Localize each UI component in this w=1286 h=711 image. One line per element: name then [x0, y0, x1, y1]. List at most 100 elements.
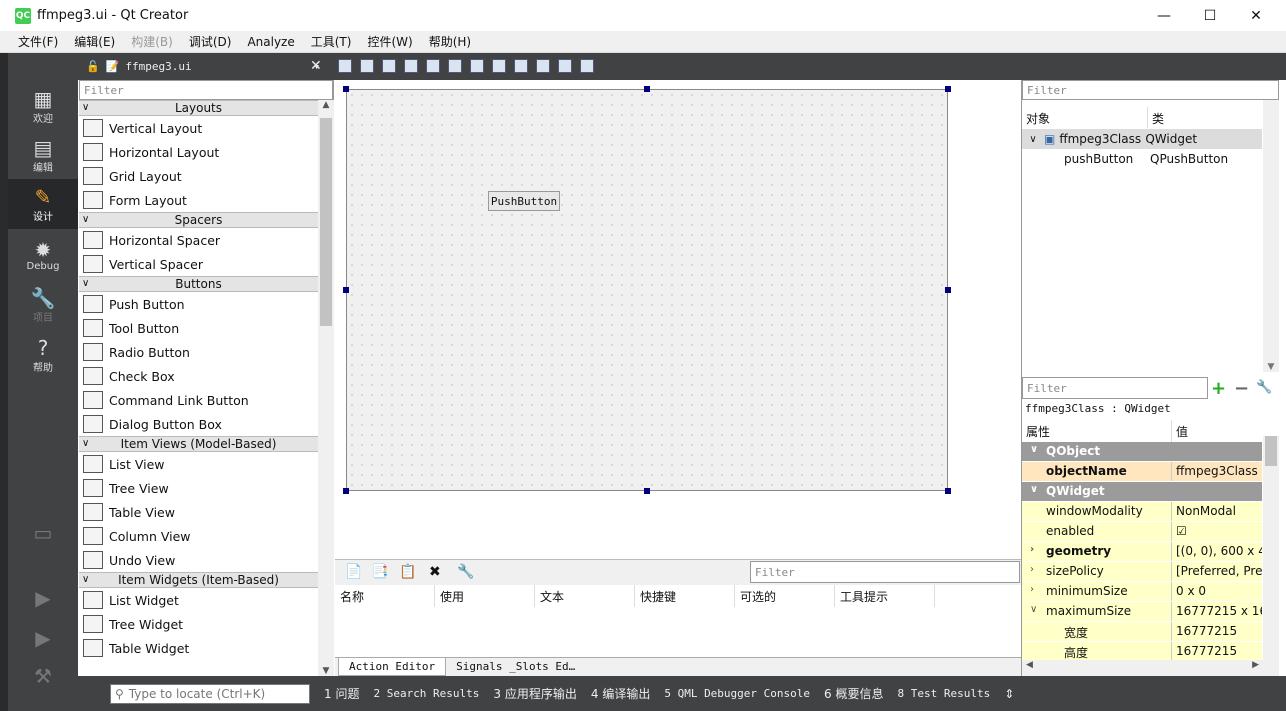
column-header[interactable]: 文本 — [535, 585, 635, 607]
menu-file[interactable]: 文件(F) — [10, 33, 66, 50]
chevron-right-icon[interactable]: › — [1030, 584, 1034, 595]
widget-item[interactable]: Horizontal Spacer — [79, 228, 318, 252]
break-layout-icon[interactable] — [558, 59, 572, 73]
layout-horizontal-icon[interactable] — [426, 59, 440, 73]
widget-category[interactable]: ∨ Layouts — [79, 100, 318, 116]
layout-grid-icon[interactable] — [536, 59, 550, 73]
layout-form-icon[interactable] — [514, 59, 528, 73]
widget-item[interactable]: Form Layout — [79, 188, 318, 212]
property-value[interactable]: [Preferred, Pre... — [1172, 562, 1262, 581]
resize-handle[interactable] — [343, 488, 349, 494]
close-button[interactable]: ✕ — [1233, 0, 1279, 31]
property-row[interactable]: windowModality NonModal — [1022, 502, 1262, 522]
enabled-checkbox[interactable]: ☑ — [1172, 522, 1262, 541]
scroll-up-icon[interactable]: ▲ — [318, 100, 334, 110]
column-header[interactable]: 工具提示 — [835, 585, 935, 607]
property-row[interactable]: 宽度 16777215 — [1022, 622, 1262, 642]
widget-category[interactable]: ∨ Item Widgets (Item-Based) — [79, 572, 318, 588]
mode-welcome[interactable]: ▦ 欢迎 — [8, 81, 78, 131]
maximize-button[interactable]: ☐ — [1187, 0, 1233, 31]
property-row[interactable]: › sizePolicy [Preferred, Pre... — [1022, 562, 1262, 582]
column-header[interactable]: 可选的 — [735, 585, 835, 607]
widget-item[interactable]: Command Link Button — [79, 388, 318, 412]
edit-widgets-icon[interactable] — [338, 59, 352, 73]
column-header[interactable]: 名称 — [335, 585, 435, 607]
property-row[interactable]: 高度 16777215 — [1022, 642, 1262, 662]
build-button[interactable]: ⚒ — [8, 651, 78, 701]
form-window[interactable] — [346, 89, 948, 491]
chevron-right-icon[interactable]: › — [1030, 544, 1034, 555]
property-row[interactable]: ∨ maximumSize 16777215 x 16... — [1022, 602, 1262, 622]
widget-item[interactable]: Tree View — [79, 476, 318, 500]
resize-handle[interactable] — [945, 86, 951, 92]
chevron-right-icon[interactable]: › — [1030, 564, 1034, 575]
target-selector[interactable]: ▭ — [8, 508, 78, 558]
property-row[interactable]: objectName ffmpeg3Class — [1022, 462, 1262, 482]
column-header[interactable]: 值 — [1172, 420, 1192, 442]
new-action-icon[interactable]: 📄 — [345, 564, 362, 580]
column-header[interactable]: 属性 — [1022, 420, 1172, 442]
widget-item[interactable]: Grid Layout — [79, 164, 318, 188]
property-horizontal-scrollbar[interactable]: ◀ ▶ — [1022, 660, 1279, 676]
add-property-icon[interactable]: + — [1211, 378, 1226, 399]
widget-item[interactable]: Radio Button — [79, 340, 318, 364]
scroll-thumb[interactable] — [1265, 436, 1277, 466]
widget-item[interactable]: Push Button — [79, 292, 318, 316]
copy-action-icon[interactable]: 📑 — [371, 564, 388, 580]
property-value[interactable]: 16777215 — [1172, 622, 1262, 641]
scroll-right-icon[interactable]: ▶ — [1252, 660, 1259, 670]
column-header[interactable]: 快捷键 — [635, 585, 735, 607]
tab-signals-slots-editor[interactable]: Signals _Slots Ed… — [446, 658, 585, 676]
output-pane-test-results[interactable]: 8 Test Results — [897, 687, 990, 700]
widget-item[interactable]: Vertical Spacer — [79, 252, 318, 276]
mode-debug[interactable]: ✹ Debug — [8, 230, 78, 280]
widget-item[interactable]: Tree Widget — [79, 612, 318, 636]
delete-action-icon[interactable]: ✖ — [429, 564, 441, 580]
menu-help[interactable]: 帮助(H) — [421, 33, 479, 50]
locator-input[interactable]: ⚲ Type to locate (Ctrl+K) — [110, 683, 310, 704]
menu-debug[interactable]: 调试(D) — [181, 33, 240, 50]
property-row[interactable]: › minimumSize 0 x 0 — [1022, 582, 1262, 602]
resize-handle[interactable] — [343, 287, 349, 293]
tree-row[interactable]: ∨ ▣ ffmpeg3Class QWidget — [1022, 129, 1262, 149]
resize-handle[interactable] — [343, 86, 349, 92]
chevron-down-icon[interactable]: ∨ — [1022, 134, 1044, 145]
menu-analyze[interactable]: Analyze — [239, 35, 302, 49]
configure-icon[interactable]: 🔧 — [457, 564, 474, 580]
minimize-button[interactable]: — — [1141, 0, 1187, 31]
layout-vertical-splitter-icon[interactable] — [492, 59, 506, 73]
property-value[interactable]: 0 x 0 — [1172, 582, 1262, 601]
widget-item[interactable]: Column View — [79, 524, 318, 548]
tree-row[interactable]: pushButton QPushButton — [1022, 149, 1262, 169]
output-pane-general-messages[interactable]: 6 概要信息 — [824, 685, 883, 702]
widget-item[interactable]: Horizontal Layout — [79, 140, 318, 164]
widget-item[interactable]: Table View — [79, 500, 318, 524]
property-value[interactable]: [(0, 0), 600 x 4... — [1172, 542, 1262, 561]
widget-filter-input[interactable]: Filter — [79, 80, 333, 100]
resize-handle[interactable] — [945, 488, 951, 494]
widget-item[interactable]: Dialog Button Box — [79, 412, 318, 436]
mode-design[interactable]: ✎ 设计 — [8, 179, 78, 229]
widget-category[interactable]: ∨ Spacers — [79, 212, 318, 228]
property-row[interactable]: › geometry [(0, 0), 600 x 4... — [1022, 542, 1262, 562]
widget-category[interactable]: ∨ Buttons — [79, 276, 318, 292]
form-push-button[interactable]: PushButton — [488, 191, 560, 211]
edit-buddies-icon[interactable] — [382, 59, 396, 73]
property-value[interactable]: 16777215 x 16... — [1172, 602, 1262, 621]
adjust-size-icon[interactable] — [580, 59, 594, 73]
output-pane-qml-console[interactable]: 5 QML Debugger Console — [664, 687, 810, 700]
property-value[interactable]: ffmpeg3Class — [1172, 462, 1262, 481]
property-filter-input[interactable]: Filter — [1022, 377, 1208, 399]
menu-build[interactable]: 构建(B) — [123, 33, 181, 50]
output-pane-compile-output[interactable]: 4 编译输出 — [591, 685, 650, 702]
widget-item[interactable]: Table Widget — [79, 636, 318, 660]
menu-tools[interactable]: 工具(T) — [303, 33, 360, 50]
resize-handle[interactable] — [945, 287, 951, 293]
resize-handle[interactable] — [644, 488, 650, 494]
layout-vertical-icon[interactable] — [448, 59, 462, 73]
close-document-icon[interactable]: ✕ — [310, 58, 322, 74]
column-header[interactable]: 使用 — [435, 585, 535, 607]
action-filter-input[interactable]: Filter — [750, 561, 1020, 583]
scroll-down-icon[interactable]: ▼ — [1263, 362, 1279, 372]
widget-item[interactable]: List View — [79, 452, 318, 476]
